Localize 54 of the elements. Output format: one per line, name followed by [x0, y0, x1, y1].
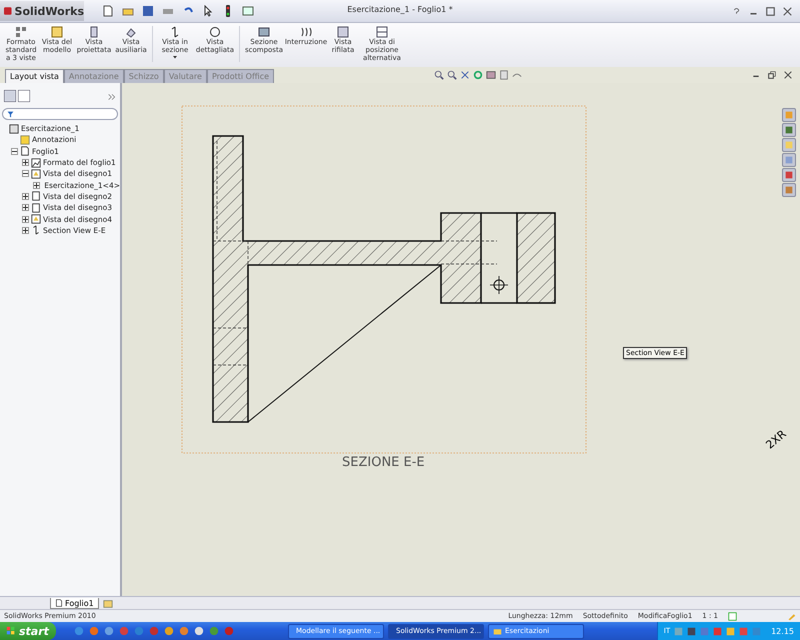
task-pane-button[interactable]	[782, 108, 796, 122]
expand-toggle[interactable]	[22, 216, 29, 223]
expand-toggle[interactable]	[11, 148, 18, 155]
folder-icon	[784, 140, 794, 150]
filter-field[interactable]	[2, 108, 118, 120]
window-title: Esercitazione_1 - Foglio1 *	[347, 5, 453, 14]
section-arrows-icon	[31, 225, 41, 236]
view-label: SEZIONE E-E	[342, 455, 425, 470]
sheet-format-icon	[31, 158, 41, 168]
expand-toggle[interactable]	[22, 159, 29, 166]
drawing-view-icon	[31, 214, 41, 224]
clock: 12.15	[771, 626, 794, 636]
ribbon-tab[interactable]: Layout vista	[5, 69, 64, 83]
detail-circle-icon	[209, 26, 221, 38]
sheet-tab[interactable]: Foglio1	[50, 598, 99, 609]
task-pane-button[interactable]	[782, 123, 796, 137]
folder-icon	[493, 626, 502, 636]
dimension-note: 2XR	[763, 427, 789, 452]
zoom-area-icon[interactable]	[447, 70, 458, 80]
auxiliary-view-icon	[125, 26, 137, 38]
maximize-icon[interactable]	[766, 6, 775, 16]
task-pane-button[interactable]	[782, 138, 796, 152]
drawing-view-icon	[31, 202, 41, 213]
model-view-icon	[51, 26, 63, 38]
app-logo[interactable]: SolidWorks	[0, 1, 84, 21]
windows-logo-icon	[6, 626, 16, 636]
filter-icon	[7, 110, 14, 118]
three-views-icon	[15, 26, 27, 38]
zoom-fit-icon[interactable]	[434, 70, 444, 80]
expand-toggle[interactable]	[22, 226, 29, 234]
expand-toggle[interactable]	[22, 192, 29, 200]
task-pane-button[interactable]	[782, 153, 796, 167]
sheet-icon	[20, 146, 30, 156]
alternate-position-icon	[376, 26, 388, 38]
task-pane-button[interactable]	[782, 168, 796, 182]
section-arrows-icon	[169, 26, 181, 38]
close-icon[interactable]	[784, 71, 792, 79]
drawing-view-icon	[31, 191, 41, 202]
expand-chevron-icon[interactable]	[108, 93, 116, 101]
projected-view-icon	[88, 26, 100, 38]
save-icon[interactable]	[142, 5, 154, 17]
break-lines-icon	[300, 26, 312, 38]
new-document-icon[interactable]	[102, 5, 114, 17]
drawing-view-icon	[31, 168, 41, 179]
select-pointer-icon[interactable]	[202, 5, 214, 17]
expand-toggle[interactable]	[22, 204, 29, 212]
annotation-icon	[20, 134, 30, 145]
task-pane-button[interactable]	[782, 183, 796, 197]
close-icon[interactable]	[783, 6, 792, 16]
restore-icon[interactable]	[768, 71, 776, 79]
sheet-icon	[55, 599, 63, 607]
expand-toggle[interactable]	[22, 170, 29, 178]
expand-toggle[interactable]	[33, 182, 40, 189]
caret-icon	[172, 54, 178, 60]
